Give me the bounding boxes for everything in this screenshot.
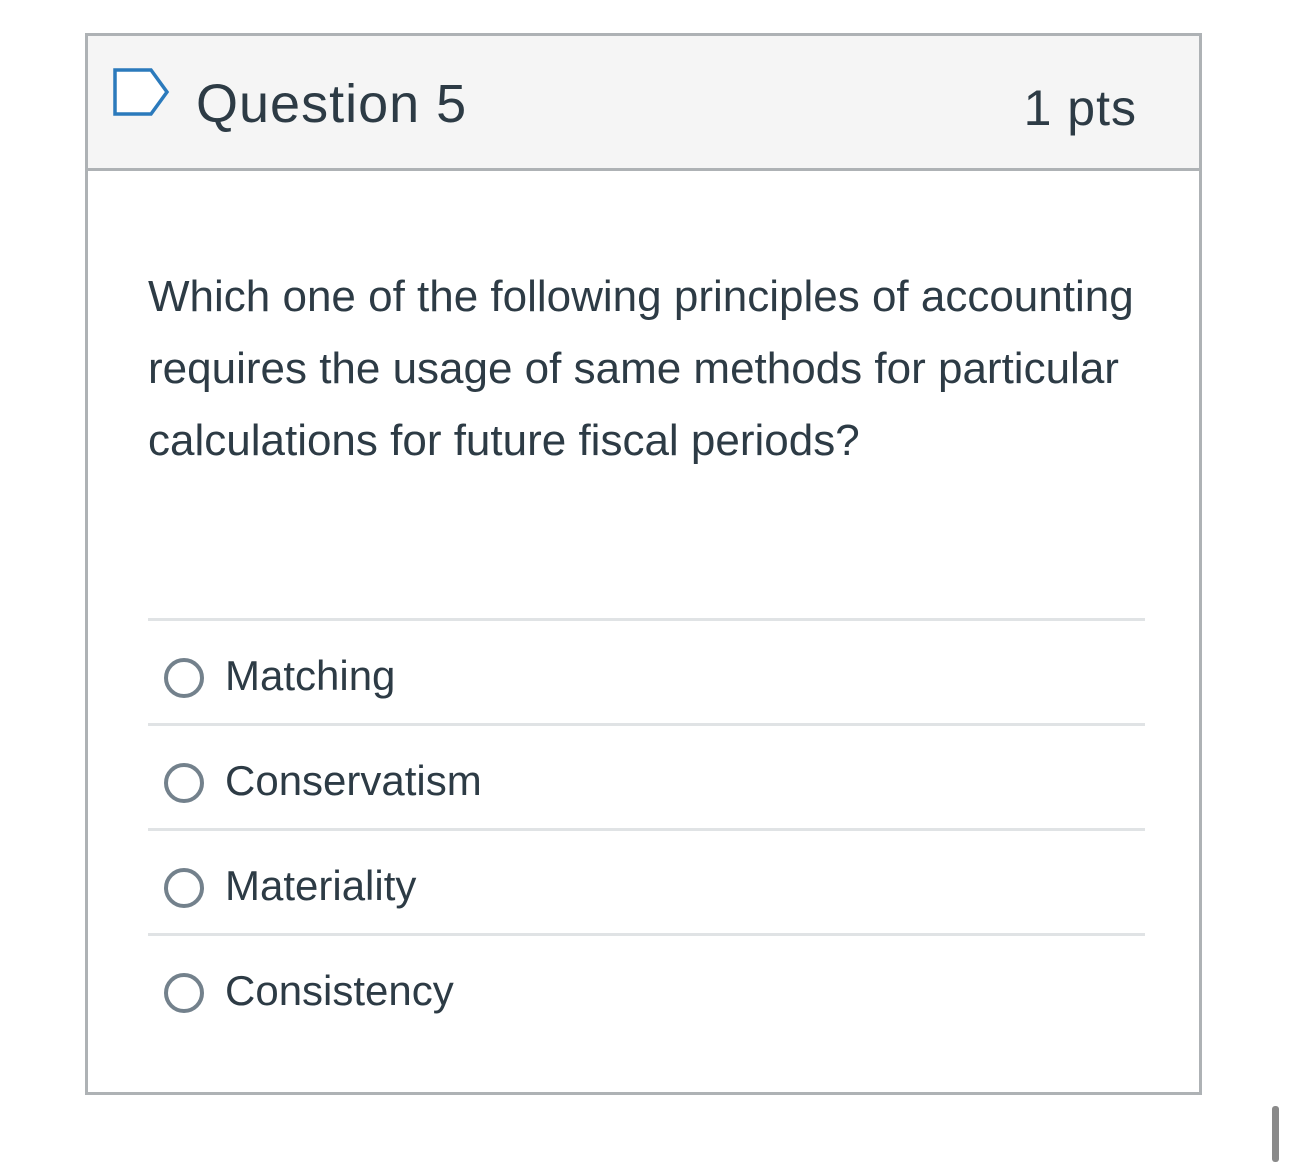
answer-label[interactable]: Matching (225, 649, 395, 703)
radio-button[interactable] (164, 763, 204, 803)
answer-option[interactable]: Materiality (148, 828, 1145, 933)
answer-option[interactable]: Conservatism (148, 723, 1145, 828)
answer-label[interactable]: Conservatism (225, 754, 482, 808)
radio-button[interactable] (164, 868, 204, 908)
radio-button[interactable] (164, 973, 204, 1013)
answer-label[interactable]: Materiality (225, 859, 416, 913)
radio-button[interactable] (164, 658, 204, 698)
answer-label[interactable]: Consistency (225, 964, 454, 1018)
question-text: Which one of the following principles of… (148, 272, 1134, 465)
answer-list: Matching Conservatism Materiality Consis… (148, 618, 1145, 1038)
question-header: Question 5 1 pts (88, 36, 1199, 171)
answer-option[interactable]: Consistency (148, 933, 1145, 1038)
answer-option[interactable]: Matching (148, 618, 1145, 723)
question-card: Question 5 1 pts Which one of the follow… (85, 33, 1202, 1095)
question-points: 1 pts (1023, 80, 1137, 136)
question-title: Question 5 (196, 74, 468, 134)
scrollbar-thumb[interactable] (1272, 1106, 1279, 1162)
flag-outline-icon[interactable] (111, 66, 171, 118)
